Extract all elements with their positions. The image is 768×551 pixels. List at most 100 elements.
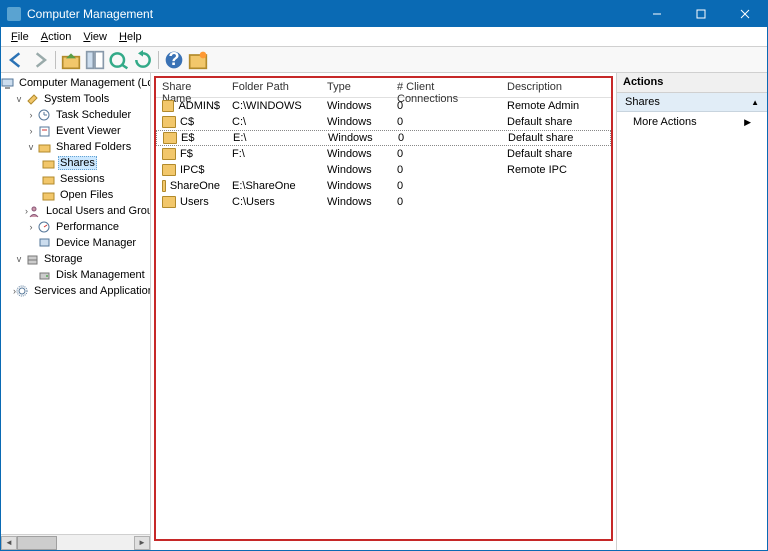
tree-task-scheduler[interactable]: › Task Scheduler — [1, 107, 150, 123]
computer-icon — [1, 76, 14, 90]
share-folder-icon — [162, 100, 174, 112]
disk-icon — [37, 268, 51, 282]
share-folder-icon — [162, 180, 166, 192]
tree-event-viewer[interactable]: › Event Viewer — [1, 123, 150, 139]
show-hide-tree-button[interactable] — [84, 49, 106, 71]
col-description[interactable]: Description — [501, 78, 611, 97]
share-folder-icon — [163, 132, 177, 144]
scroll-thumb[interactable] — [17, 536, 57, 550]
actions-more[interactable]: More Actions ▶ — [617, 112, 767, 132]
scroll-right-button[interactable]: ► — [134, 536, 150, 550]
cell-name: ShareOne — [156, 180, 226, 192]
tree-shares[interactable]: Shares — [1, 155, 150, 171]
cell-name: C$ — [156, 116, 226, 128]
up-button[interactable] — [60, 49, 82, 71]
expand-icon[interactable]: v — [13, 253, 25, 265]
expand-icon[interactable]: v — [25, 141, 37, 153]
cell-type: Windows — [322, 132, 392, 144]
tree-scrollbar[interactable]: ◄ ► — [1, 534, 150, 550]
cell-path: C:\WINDOWS — [226, 100, 321, 112]
expand-icon[interactable]: › — [25, 125, 37, 137]
table-row[interactable]: IPC$Windows0Remote IPC — [156, 162, 611, 178]
expand-icon[interactable]: › — [25, 109, 37, 121]
cell-conn: 0 — [391, 148, 501, 160]
maximize-button[interactable] — [679, 1, 723, 27]
menu-view[interactable]: View — [77, 29, 113, 45]
cell-path: F:\ — [226, 148, 321, 160]
scroll-track[interactable] — [17, 536, 134, 550]
menu-action[interactable]: Action — [35, 29, 78, 45]
close-button[interactable] — [723, 1, 767, 27]
table-row[interactable]: ShareOneE:\ShareOneWindows0 — [156, 178, 611, 194]
table-row[interactable]: C$C:\Windows0Default share — [156, 114, 611, 130]
tree-system-tools[interactable]: v System Tools — [1, 91, 150, 107]
forward-button[interactable] — [29, 49, 51, 71]
tree-disk-management[interactable]: Disk Management — [1, 267, 150, 283]
minimize-button[interactable] — [635, 1, 679, 27]
help-button[interactable]: ? — [163, 49, 185, 71]
col-type[interactable]: Type — [321, 78, 391, 97]
cell-conn: 0 — [391, 116, 501, 128]
cell-desc: Remote IPC — [501, 164, 611, 176]
tree-shared-folders[interactable]: v Shared Folders — [1, 139, 150, 155]
submenu-arrow-icon: ▶ — [744, 117, 751, 128]
col-share-name[interactable]: Share Name — [156, 78, 226, 97]
cell-type: Windows — [321, 116, 391, 128]
share-folder-icon — [162, 148, 176, 160]
new-share-button[interactable] — [187, 49, 209, 71]
back-button[interactable] — [5, 49, 27, 71]
list-highlight-frame: Share Name Folder Path Type # Client Con… — [154, 76, 613, 541]
actions-header: Actions — [617, 73, 767, 93]
refresh-button[interactable] — [132, 49, 154, 71]
table-row[interactable]: E$E:\Windows0Default share — [156, 130, 611, 146]
cell-desc: Default share — [502, 132, 610, 144]
menu-file[interactable]: File — [5, 29, 35, 45]
col-client-connections[interactable]: # Client Connections — [391, 78, 501, 97]
titlebar[interactable]: Computer Management — [1, 1, 767, 27]
cell-path: C:\Users — [226, 196, 321, 208]
table-row[interactable]: F$F:\Windows0Default share — [156, 146, 611, 162]
tree-local-users-groups[interactable]: › Local Users and Groups — [1, 203, 150, 219]
actions-context[interactable]: Shares ▲ — [617, 93, 767, 112]
tree-sessions[interactable]: Sessions — [1, 171, 150, 187]
table-row[interactable]: ADMIN$C:\WINDOWSWindows0Remote Admin — [156, 98, 611, 114]
device-icon — [37, 236, 51, 250]
list-body[interactable]: ADMIN$C:\WINDOWSWindows0Remote AdminC$C:… — [156, 98, 611, 210]
cell-type: Windows — [321, 100, 391, 112]
table-row[interactable]: UsersC:\UsersWindows0 — [156, 194, 611, 210]
tree-storage[interactable]: v Storage — [1, 251, 150, 267]
cell-conn: 0 — [391, 180, 501, 192]
window-title: Computer Management — [27, 7, 635, 21]
toolbar-separator — [158, 51, 159, 69]
cell-type: Windows — [321, 180, 391, 192]
expand-icon[interactable]: v — [13, 93, 25, 105]
cell-desc: Default share — [501, 148, 611, 160]
share-folder-icon — [162, 196, 176, 208]
menu-help[interactable]: Help — [113, 29, 148, 45]
expand-icon[interactable]: › — [25, 221, 37, 233]
cell-conn: 0 — [391, 100, 501, 112]
cell-name: F$ — [156, 148, 226, 160]
cell-desc: Remote Admin — [501, 100, 611, 112]
cell-name: Users — [156, 196, 226, 208]
cell-name: ADMIN$ — [156, 100, 226, 112]
tree-services-apps[interactable]: › Services and Applications — [1, 283, 150, 299]
tree-body[interactable]: Computer Management (Local v System Tool… — [1, 73, 150, 534]
shares-icon — [41, 156, 55, 170]
col-folder-path[interactable]: Folder Path — [226, 78, 321, 97]
svg-text:?: ? — [168, 50, 179, 69]
sessions-icon — [41, 172, 55, 186]
list-header: Share Name Folder Path Type # Client Con… — [156, 78, 611, 98]
cell-name: IPC$ — [156, 164, 226, 176]
actions-context-label: Shares — [625, 96, 660, 108]
actions-more-label: More Actions — [633, 116, 697, 128]
tree-performance[interactable]: › Performance — [1, 219, 150, 235]
shared-folder-icon — [37, 140, 51, 154]
tree-open-files[interactable]: Open Files — [1, 187, 150, 203]
scroll-left-button[interactable]: ◄ — [1, 536, 17, 550]
tree-device-manager[interactable]: Device Manager — [1, 235, 150, 251]
tree-root[interactable]: Computer Management (Local — [1, 75, 150, 91]
export-list-button[interactable] — [108, 49, 130, 71]
storage-icon — [25, 252, 39, 266]
app-icon — [7, 7, 21, 21]
